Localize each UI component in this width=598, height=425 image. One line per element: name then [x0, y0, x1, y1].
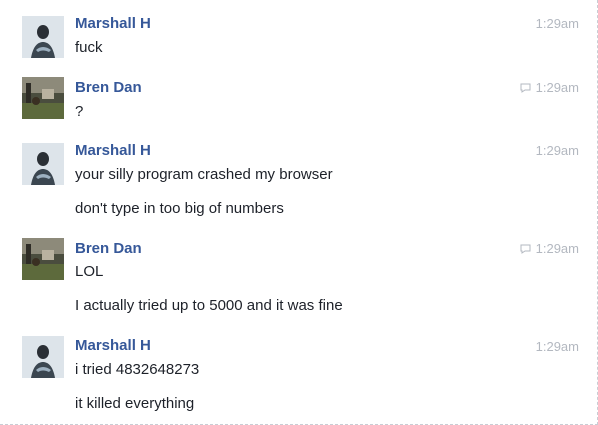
timestamp-text: 1:29am [535, 241, 579, 256]
sender-name[interactable]: Bren Dan [75, 240, 142, 257]
message-text: it killed everything [75, 395, 195, 412]
sender-name[interactable]: Marshall H [75, 142, 151, 159]
chat-transcript: Marshall H 1:29am fuck Bren Dan 1:29am ? [0, 0, 598, 425]
sender-name[interactable]: Marshall H [75, 337, 151, 354]
timestamp-text: 1:29am [535, 80, 579, 95]
message-text: I actually tried up to 5000 and it was f… [75, 297, 343, 314]
timestamp-text: 1:29am [535, 16, 579, 31]
timestamp: 1:29am [520, 241, 579, 256]
message-text: don't type in too big of numbers [75, 200, 284, 217]
speech-bubble-icon[interactable] [520, 244, 531, 254]
timestamp: 1:29am [536, 16, 579, 31]
message-text: ? [75, 103, 84, 120]
marshall-avatar-icon[interactable] [22, 143, 64, 185]
timestamp-text: 1:29am [535, 339, 579, 354]
timestamp: 1:29am [536, 143, 579, 158]
timestamp-text: 1:29am [535, 143, 579, 158]
sender-name[interactable]: Marshall H [75, 15, 151, 32]
marshall-avatar-icon[interactable] [22, 336, 64, 378]
message-text: fuck [75, 39, 103, 56]
speech-bubble-icon[interactable] [520, 83, 531, 93]
message-text: LOL [75, 263, 104, 280]
message-text: i tried 4832648273 [75, 361, 200, 378]
timestamp: 1:29am [520, 80, 579, 95]
sender-name[interactable]: Bren Dan [75, 79, 142, 96]
timestamp: 1:29am [536, 339, 579, 354]
message-text: your silly program crashed my browser [75, 166, 333, 183]
bren-avatar-icon[interactable] [22, 77, 64, 119]
bren-avatar-icon[interactable] [22, 238, 64, 280]
marshall-avatar-icon[interactable] [22, 16, 64, 58]
